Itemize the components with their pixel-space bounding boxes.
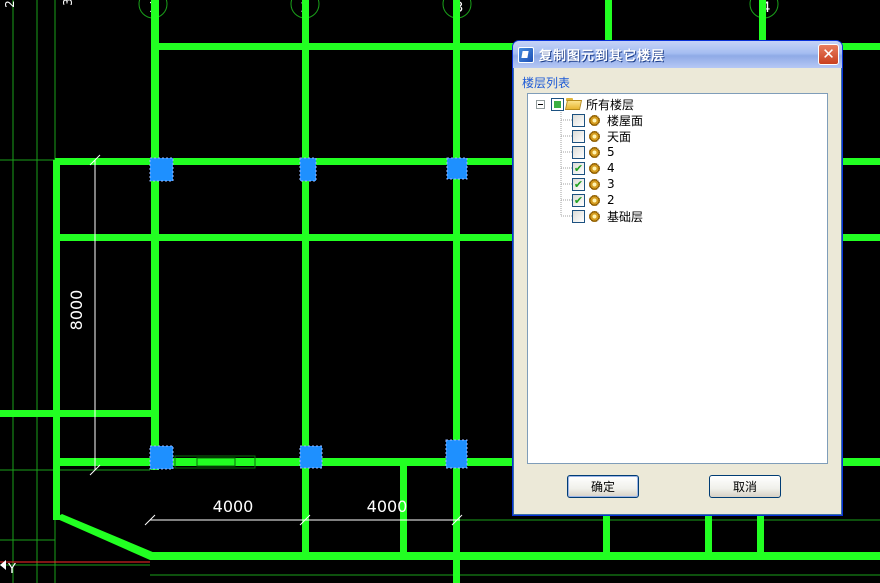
tree-item-floor[interactable]: ✔ 3 [572, 176, 615, 192]
beam-vertical [302, 470, 309, 560]
tree-item-floor[interactable]: 5 [572, 144, 615, 160]
floor-gear-icon [589, 146, 600, 158]
ucs-y-label: Y [7, 562, 16, 577]
floor-gear-icon [589, 114, 600, 126]
axis-bubble-labels: 1 2 3 4 2 3 [3, 0, 771, 16]
left-axis-label-a: 2 [3, 0, 17, 8]
floor-label: 3 [607, 177, 615, 191]
column [149, 445, 174, 470]
floor-checkbox[interactable] [572, 129, 585, 143]
dimension-bay-left: 4000 [213, 497, 254, 516]
close-button[interactable]: ✕ [818, 44, 839, 65]
column [445, 439, 468, 469]
beam-horizontal [150, 552, 880, 560]
dimension-vertical: 8000 [67, 290, 86, 331]
floor-gear-icon [589, 178, 600, 190]
column [149, 157, 174, 182]
floor-label: 4 [607, 161, 615, 175]
folder-icon [566, 98, 582, 110]
beam-vertical [53, 160, 60, 470]
floor-checkbox[interactable] [572, 209, 585, 223]
floor-tree[interactable]: 所有楼层 楼屋面 天面 5 ✔ 4 ✔ 3 ✔ 2 基础层 [527, 93, 828, 464]
floor-gear-icon [589, 130, 600, 142]
floor-gear-icon [589, 162, 600, 174]
tree-item-floor[interactable]: ✔ 2 [572, 192, 615, 208]
tree-item-floor[interactable]: ✔ 4 [572, 160, 615, 176]
collapse-toggle[interactable] [536, 99, 545, 109]
floor-label: 5 [607, 145, 615, 159]
tree-item-floor[interactable]: 基础层 [572, 208, 643, 224]
floor-list-label: 楼层列表 [522, 76, 571, 90]
floor-checkbox[interactable] [572, 145, 585, 159]
dialog-titlebar[interactable]: 复制图元到其它楼层 ✕ [513, 41, 842, 68]
cancel-button[interactable]: 取消 [709, 475, 781, 498]
floor-label: 基础层 [607, 209, 644, 224]
column [299, 157, 317, 182]
left-axis-label-b: 3 [61, 0, 75, 6]
floor-label: 楼屋面 [607, 113, 644, 128]
tree-root-all-floors[interactable]: 所有楼层 [536, 96, 634, 112]
tree-item-floor[interactable]: 楼屋面 [572, 112, 643, 128]
column [299, 445, 323, 469]
floor-checkbox[interactable] [572, 113, 585, 127]
floor-label: 2 [607, 193, 615, 207]
dialog-title: 复制图元到其它楼层 [539, 49, 666, 64]
floor-checkbox[interactable]: ✔ [572, 193, 585, 207]
dimension-texts: 8000 4000 4000 [67, 290, 407, 516]
beam-vertical [453, 0, 460, 583]
beam-vertical [53, 470, 60, 520]
ok-button[interactable]: 确定 [567, 475, 639, 498]
tree-root-label: 所有楼层 [586, 97, 635, 112]
all-floors-checkbox[interactable] [551, 97, 564, 111]
floor-gear-icon [589, 194, 600, 206]
column [446, 157, 468, 180]
app-icon [518, 46, 534, 63]
copy-to-floors-dialog[interactable]: 复制图元到其它楼层 ✕ 楼层列表 所有楼层 楼屋面 天面 5 ✔ 4 ✔ 3 ✔… [512, 40, 843, 516]
ucs-icon: Y [0, 560, 150, 577]
beam-diagonal [55, 514, 155, 560]
dimension-bay-right: 4000 [367, 497, 408, 516]
floor-checkbox[interactable]: ✔ [572, 161, 585, 175]
floor-checkbox[interactable]: ✔ [572, 177, 585, 191]
floor-gear-icon [589, 210, 600, 222]
beam-horizontal [0, 410, 155, 417]
floor-label: 天面 [607, 129, 632, 144]
tree-item-floor[interactable]: 天面 [572, 128, 631, 144]
